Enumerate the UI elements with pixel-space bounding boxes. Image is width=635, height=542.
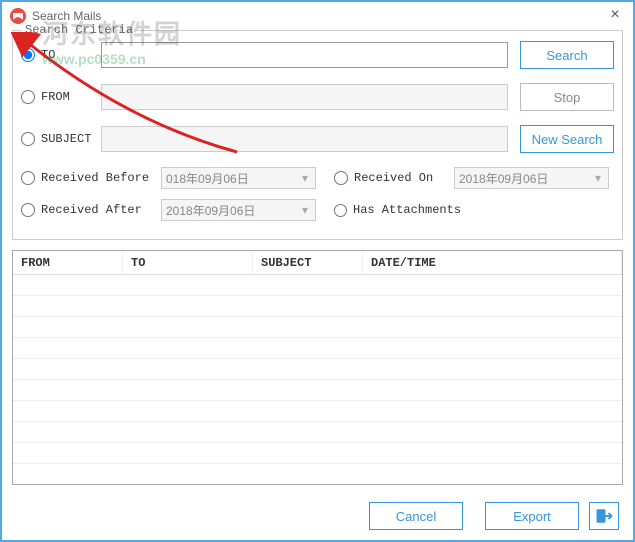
received-on-date-picker[interactable]: 2018年09月06日 ▾ xyxy=(454,167,609,189)
footer-buttons: Cancel Export xyxy=(357,502,619,530)
table-row xyxy=(13,275,622,296)
received-before-radio[interactable] xyxy=(21,171,35,185)
table-row xyxy=(13,380,622,401)
table-row xyxy=(13,359,622,380)
date-row-1: Received Before 018年09月06日 ▾ Received On… xyxy=(21,167,614,189)
date-row-2: Received After 2018年09月06日 ▾ Has Attachm… xyxy=(21,199,614,221)
export-button[interactable]: Export xyxy=(485,502,579,530)
table-row xyxy=(13,422,622,443)
export-action-icon[interactable] xyxy=(589,502,619,530)
from-input[interactable] xyxy=(101,84,508,110)
column-subject[interactable]: SUBJECT xyxy=(253,251,363,274)
new-search-button[interactable]: New Search xyxy=(520,125,614,153)
results-body xyxy=(13,275,622,464)
received-on-radio-label[interactable]: Received On xyxy=(334,171,444,185)
search-criteria-group: Search Criteria TO Search FROM Stop SUBJ… xyxy=(12,30,623,240)
received-after-radio-label[interactable]: Received After xyxy=(21,203,151,217)
window-title: Search Mails xyxy=(32,9,101,23)
has-attachments-label: Has Attachments xyxy=(353,203,461,217)
received-on-label: Received On xyxy=(354,171,433,185)
subject-row: SUBJECT New Search xyxy=(21,125,614,153)
results-header: FROM TO SUBJECT DATE/TIME xyxy=(13,251,622,275)
table-row xyxy=(13,443,622,464)
date-dropdown-icon: ▾ xyxy=(590,171,606,185)
subject-radio-label[interactable]: SUBJECT xyxy=(21,132,101,146)
to-label: TO xyxy=(41,48,55,62)
table-row xyxy=(13,317,622,338)
received-before-radio-label[interactable]: Received Before xyxy=(21,171,151,185)
results-table: FROM TO SUBJECT DATE/TIME xyxy=(12,250,623,485)
stop-button[interactable]: Stop xyxy=(520,83,614,111)
from-radio-label[interactable]: FROM xyxy=(21,90,101,104)
subject-input[interactable] xyxy=(101,126,508,152)
received-on-value: 2018年09月06日 xyxy=(459,170,548,187)
date-dropdown-icon: ▾ xyxy=(297,203,313,217)
table-row xyxy=(13,401,622,422)
from-radio[interactable] xyxy=(21,90,35,104)
to-row: TO Search xyxy=(21,41,614,69)
from-label: FROM xyxy=(41,90,70,104)
received-before-value: 018年09月06日 xyxy=(166,170,249,187)
received-before-date-picker[interactable]: 018年09月06日 ▾ xyxy=(161,167,316,189)
received-before-label: Received Before xyxy=(41,171,149,185)
received-after-value: 2018年09月06日 xyxy=(166,202,255,219)
received-after-label: Received After xyxy=(41,203,142,217)
column-to[interactable]: TO xyxy=(123,251,253,274)
to-radio[interactable] xyxy=(21,48,35,62)
subject-label: SUBJECT xyxy=(41,132,91,146)
column-datetime[interactable]: DATE/TIME xyxy=(363,251,622,274)
from-row: FROM Stop xyxy=(21,83,614,111)
received-on-radio[interactable] xyxy=(334,171,348,185)
has-attachments-label-wrap[interactable]: Has Attachments xyxy=(334,203,461,217)
table-row xyxy=(13,296,622,317)
has-attachments-radio[interactable] xyxy=(334,204,347,217)
to-radio-label[interactable]: TO xyxy=(21,48,101,62)
app-icon xyxy=(10,8,26,24)
criteria-legend: Search Criteria xyxy=(21,23,137,37)
received-after-radio[interactable] xyxy=(21,203,35,217)
cancel-button[interactable]: Cancel xyxy=(369,502,463,530)
subject-radio[interactable] xyxy=(21,132,35,146)
received-after-date-picker[interactable]: 2018年09月06日 ▾ xyxy=(161,199,316,221)
table-row xyxy=(13,338,622,359)
column-from[interactable]: FROM xyxy=(13,251,123,274)
to-input[interactable] xyxy=(101,42,508,68)
search-button[interactable]: Search xyxy=(520,41,614,69)
close-icon[interactable]: × xyxy=(605,6,625,26)
date-dropdown-icon: ▾ xyxy=(297,171,313,185)
